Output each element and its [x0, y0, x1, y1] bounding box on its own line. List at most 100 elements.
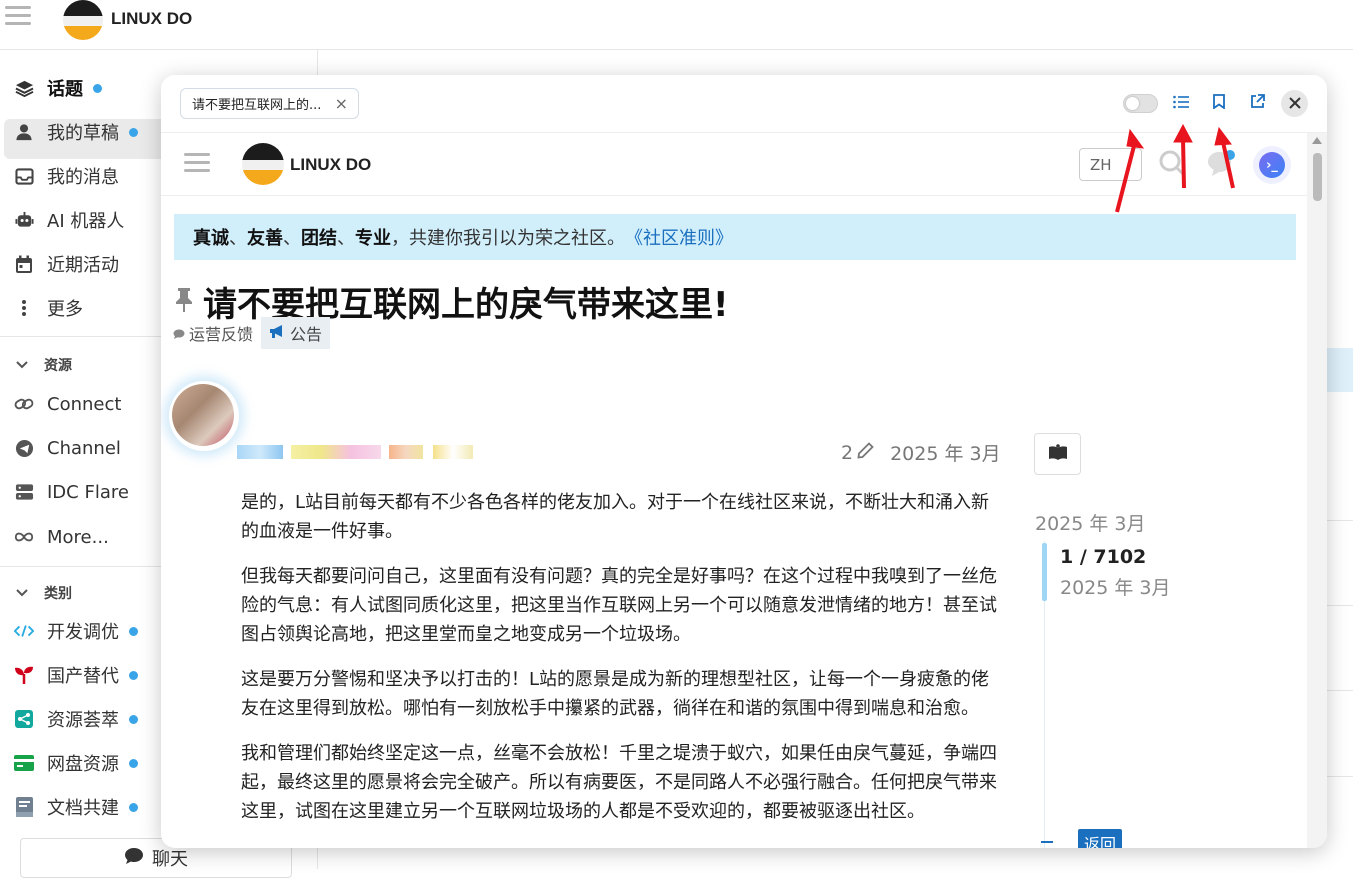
theme-toggle[interactable]	[1123, 94, 1158, 113]
sidebar-item-label: IDC Flare	[47, 481, 129, 503]
topic-category[interactable]: 运营反馈	[173, 321, 253, 345]
hamburger-menu-icon[interactable]	[184, 153, 210, 173]
link-icon	[14, 394, 34, 414]
sidebar-item-label: More...	[47, 526, 109, 548]
popup-close-button[interactable]	[1281, 90, 1308, 117]
sidebar-item-label: 文档共建	[47, 798, 119, 819]
pencil-icon	[857, 441, 874, 464]
chevron-down-icon	[16, 358, 28, 372]
chat-bubble-icon	[124, 847, 144, 870]
sidebar-category-docs[interactable]: 文档共建	[14, 789, 138, 825]
telegram-icon	[14, 438, 34, 458]
post-paragraph: 是的，L站目前每天都有不少各色各样的佬友加入。对于一个在线社区来说，不断壮大和涌…	[241, 492, 990, 542]
book-open-icon	[1048, 443, 1068, 465]
sidebar-item-messages[interactable]: 我的消息	[14, 158, 119, 194]
site-logo[interactable]	[242, 143, 284, 185]
sidebar-item-ai-bot[interactable]: AI 机器人	[14, 202, 124, 238]
unread-dot	[129, 758, 138, 768]
author-avatar[interactable]	[172, 384, 234, 446]
infinity-icon	[14, 527, 34, 547]
scrollbar-track[interactable]	[1307, 133, 1327, 848]
sidebar-item-channel[interactable]: Channel	[14, 430, 121, 466]
category-label: 运营反馈	[189, 325, 254, 344]
popup-tab-title: 请不要把互联网上的...	[192, 98, 322, 113]
sidebar-item-events[interactable]: 近期活动	[14, 246, 119, 282]
share-icon	[14, 709, 34, 729]
scrollbar-thumb[interactable]	[1313, 153, 1322, 201]
sidebar-category-domestic[interactable]: 国产替代	[14, 657, 138, 693]
annotation-arrows	[1115, 123, 1235, 213]
server-icon	[14, 482, 34, 502]
edit-history[interactable]: 2	[841, 442, 874, 464]
section-title: 资源	[44, 358, 72, 374]
megaphone-icon	[269, 324, 286, 343]
sidebar-item-more[interactable]: 更多	[14, 290, 83, 326]
banner-sep: 、	[229, 228, 247, 249]
post-body: 是的，L站目前每天都有不少各色各样的佬友加入。对于一个在线社区来说，不断壮大和涌…	[241, 488, 1001, 842]
timeline-handle[interactable]	[1042, 543, 1047, 601]
banner-sep: 、	[283, 228, 301, 249]
timeline-marker	[1041, 841, 1053, 843]
sidebar-category-resources[interactable]: 资源荟萃	[14, 701, 138, 737]
sidebar-section-resources[interactable]: 资源	[16, 355, 72, 375]
site-logo[interactable]	[63, 0, 103, 40]
sidebar-item-label: 话题	[47, 79, 83, 100]
tab-close-icon[interactable]: ×	[335, 94, 348, 113]
timeline-start-date[interactable]: 2025 年 3月	[1035, 509, 1146, 536]
sidebar-item-label: 我的草稿	[47, 123, 119, 144]
embedded-page: LINUX DO ZH ›_ 真诚、友善、团结、专业 ，共建你我引以为荣之社区。《…	[161, 133, 1327, 848]
sidebar-item-connect[interactable]: Connect	[14, 386, 121, 422]
close-icon	[1288, 94, 1301, 113]
list-icon	[1173, 94, 1189, 113]
guidelines-link[interactable]: 《社区准则》	[625, 224, 733, 250]
sidebar-item-drafts[interactable]: 我的草稿	[14, 114, 138, 150]
timeline-back-button[interactable]: 返回	[1078, 829, 1123, 848]
site-name[interactable]: LINUX DO	[290, 155, 371, 175]
bookmark-button[interactable]	[1207, 91, 1231, 115]
site-header: LINUX DO	[0, 0, 1353, 50]
section-title: 类别	[44, 586, 72, 602]
sidebar-item-idc-flare[interactable]: IDC Flare	[14, 474, 129, 510]
toc-list-button[interactable]	[1169, 91, 1193, 115]
timeline-post-count: 1 / 7102	[1060, 546, 1147, 568]
site-name[interactable]: LINUX DO	[111, 9, 192, 29]
sidebar-item-topics[interactable]: 话题	[14, 70, 102, 106]
sidebar-category-netdisk[interactable]: 网盘资源	[14, 745, 138, 781]
post-date[interactable]: 2025 年 3月	[890, 439, 1001, 466]
banner-word: 团结	[301, 228, 337, 249]
sidebar-category-dev[interactable]: 开发调优	[14, 613, 138, 649]
more-vertical-icon	[14, 298, 34, 318]
post-paragraph: 但我每天都要问问自己，这里面有没有问题？真的完全是好事吗？在这个过程中我嗅到了一…	[241, 566, 997, 645]
pin-icon	[173, 282, 195, 322]
bubble-icon	[173, 324, 185, 343]
card-icon	[14, 753, 34, 773]
summary-button[interactable]	[1034, 433, 1081, 475]
post-meta: 2 2025 年 3月	[841, 439, 1001, 466]
edit-count: 2	[841, 441, 854, 464]
banner-word: 真诚	[193, 228, 229, 249]
hamburger-menu-icon[interactable]	[5, 6, 31, 26]
scroll-up-arrow-icon[interactable]	[1312, 137, 1322, 144]
layers-icon	[14, 78, 34, 98]
open-external-button[interactable]	[1245, 91, 1269, 115]
banner-text: ，共建你我引以为荣之社区。	[391, 228, 625, 249]
code-icon	[14, 621, 34, 641]
sidebar-item-label: 更多	[47, 299, 83, 320]
post-paragraph: 这是要万分警惕和坚决予以打击的！L站的愿景是成为新的理想型社区，让每一个一身疲惫…	[241, 669, 990, 719]
sidebar-section-categories[interactable]: 类别	[16, 583, 72, 603]
topic-tag[interactable]: 公告	[261, 317, 331, 349]
unread-dot	[129, 714, 138, 724]
sidebar-item-more-resources[interactable]: More...	[14, 519, 109, 555]
terminal-icon: ›_	[1259, 152, 1285, 178]
popup-tab[interactable]: 请不要把互联网上的... ×	[180, 88, 359, 119]
chevron-down-icon	[16, 586, 28, 600]
toggle-knob	[1126, 97, 1139, 110]
unread-dot	[129, 670, 138, 680]
unread-dot	[129, 127, 138, 137]
background-highlight	[1326, 348, 1353, 392]
user-avatar[interactable]: ›_	[1253, 146, 1291, 184]
sidebar-item-label: 近期活动	[47, 255, 119, 276]
sidebar-item-label: AI 机器人	[47, 211, 125, 232]
unread-dot	[93, 83, 102, 93]
author-name-redacted[interactable]	[237, 442, 473, 462]
